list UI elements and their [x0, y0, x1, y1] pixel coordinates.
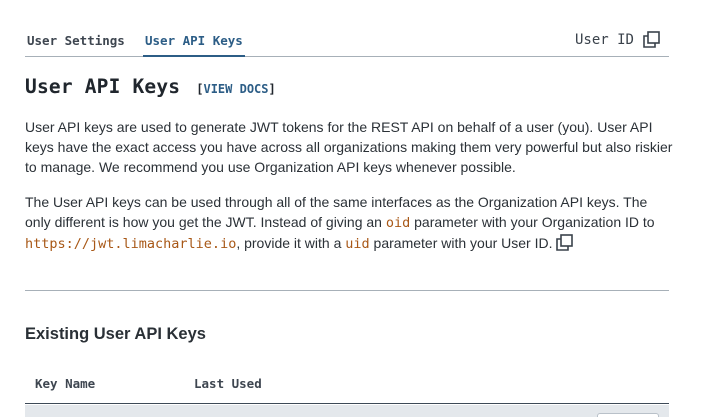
section-divider — [25, 290, 669, 291]
docs-link-wrapper: [VIEW DOCS] — [196, 82, 276, 96]
table-row — [25, 405, 669, 417]
active-tab-indicator — [143, 55, 245, 57]
description-paragraph: User API keys are used to generate JWT t… — [25, 119, 673, 175]
existing-keys-title: Existing User API Keys — [25, 325, 206, 343]
user-id-copy-button[interactable]: User ID — [575, 31, 660, 48]
column-header-key-name[interactable]: Key Name — [35, 376, 95, 391]
row-action-button[interactable] — [597, 413, 659, 417]
code-uid: uid — [345, 236, 370, 252]
usage-text-3: , provide it with a — [236, 235, 346, 251]
usage-paragraph: The User API keys can be used through al… — [25, 192, 675, 254]
tab-bar: User Settings User API Keys User ID — [25, 24, 669, 57]
code-jwt-url: https://jwt.limacharlie.io — [25, 236, 237, 252]
page-heading: User API Keys [VIEW DOCS] — [25, 75, 276, 98]
view-docs-link[interactable]: VIEW DOCS — [203, 82, 268, 96]
column-header-last-used[interactable]: Last Used — [194, 376, 262, 391]
tab-user-api-keys[interactable]: User API Keys — [145, 33, 243, 48]
user-id-label: User ID — [574, 31, 634, 48]
keys-table-header: Key Name Last Used — [25, 367, 669, 404]
usage-text-4: parameter with your User ID. — [369, 235, 557, 251]
copy-user-id-icon[interactable] — [556, 234, 574, 251]
docs-bracket-close: ] — [268, 82, 276, 96]
copy-icon — [643, 31, 660, 48]
page-title: User API Keys — [25, 75, 181, 98]
usage-text-2: parameter with your Organization ID to — [410, 214, 655, 230]
code-oid: oid — [385, 215, 411, 231]
tab-user-settings[interactable]: User Settings — [27, 33, 125, 48]
